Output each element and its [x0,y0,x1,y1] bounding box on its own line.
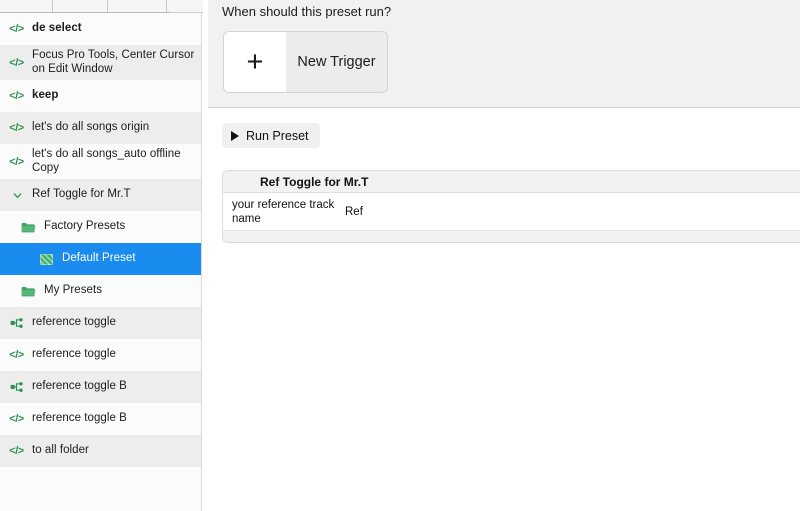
code-icon: </> [9,122,24,134]
sidebar-item-label: let's do all songs origin [32,121,150,134]
code-icon: </> [9,413,24,425]
new-trigger-button[interactable]: + New Trigger [223,31,388,93]
sidebar-item[interactable]: </> keep [0,80,201,112]
play-icon [231,130,239,141]
macro-list-sidebar[interactable]: </> de select </> Focus Pro Tools, Center C… [0,13,202,511]
code-icon: </> [9,155,24,168]
sidebar-item-label: reference toggle [32,316,116,329]
toolbar-divider [52,0,53,12]
toolbar-divider [107,0,108,12]
code-icon: </> [9,349,24,361]
sidebar-item-label: keep [32,89,59,102]
sidebar-item-label: to all folder [32,444,89,457]
sidebar-item-label: Ref Toggle for Mr.T [32,188,131,201]
sidebar-item[interactable]: reference toggle [0,307,201,339]
sidebar-item[interactable]: </> de select [0,13,201,45]
branch-icon [8,315,25,331]
sidebar-item[interactable]: Default Preset [0,243,201,275]
new-trigger-label: New Trigger [297,54,376,70]
sidebar-item-label: reference toggle [32,348,116,361]
code-icon: </> [9,445,24,457]
sidebar-item-label: reference toggle B [32,380,127,393]
parameters-rows: your reference track name Ref [223,193,800,230]
code-icon: </> [9,23,24,35]
sidebar-item[interactable]: Ref Toggle for Mr.T [0,179,201,211]
sidebar-item[interactable]: Factory Presets [0,211,201,243]
branch-icon [8,379,25,395]
sidebar-item-label: de select [32,22,82,35]
sidebar-item-label: Default Preset [62,252,136,265]
sidebar-item[interactable]: </> Focus Pro Tools, Center Cursor on Edi… [0,45,201,80]
sidebar-item[interactable]: </> let's do all songs origin [0,112,201,144]
sidebar-item-label: Factory Presets [44,220,126,233]
parameters-table-footer [223,230,800,242]
plus-icon: + [224,32,286,92]
run-preset-label: Run Preset [246,128,309,143]
preset-parameters-table: Ref Toggle for Mr.T your reference track… [222,170,800,243]
sidebar-item[interactable]: </> reference toggle [0,339,201,371]
sidebar-item[interactable]: reference toggle B [0,371,201,403]
sidebar-item-label: Focus Pro Tools, Center Cursor on Edit W… [32,49,195,75]
sidebar-item[interactable]: </> let's do all songs_auto offline Copy [0,144,201,179]
folder-icon [20,283,37,299]
parameters-table-header: Ref Toggle for Mr.T [223,171,800,193]
code-icon: </> [9,56,24,69]
sidebar-item[interactable]: </> reference toggle B [0,403,201,435]
toolbar-divider [166,0,167,12]
parameter-name: your reference track name [232,199,335,225]
main-panel: When should this preset run? + New Trigg… [208,0,800,511]
trigger-section: When should this preset run? + New Trigg… [208,0,800,108]
sidebar-item[interactable]: My Presets [0,275,201,307]
parameter-row: your reference track name Ref [223,193,800,230]
code-icon: </> [9,90,24,102]
run-preset-button[interactable]: Run Preset [222,123,320,148]
sidebar-item[interactable]: </> to all folder [0,435,201,467]
chevron-down-icon [8,187,25,203]
sidebar-item-label: reference toggle B [32,412,127,425]
run-section: Run Preset Ref Toggle for Mr.T your refe… [208,108,800,511]
parameters-table-title: Ref Toggle for Mr.T [260,174,369,189]
folder-icon [20,219,37,235]
preset-icon [38,251,55,267]
sidebar-item-label: My Presets [44,284,103,297]
parameter-value[interactable]: Ref [345,197,800,218]
trigger-question-label: When should this preset run? [222,4,392,19]
sidebar-item-label: let's do all songs_auto offline Copy [32,148,181,174]
app-window: </> de select </> Focus Pro Tools, Center C… [0,0,800,511]
toolbar-strip [0,0,203,13]
